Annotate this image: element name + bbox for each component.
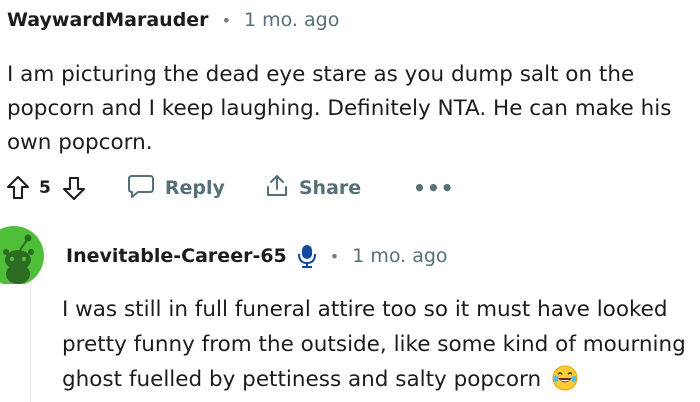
meta-separator: • <box>221 10 231 30</box>
avatar-snoo-icon[interactable] <box>0 226 48 284</box>
vote-count: 5 <box>39 178 51 198</box>
reply-username[interactable]: Inevitable-Career-65 <box>66 245 287 267</box>
reply-timestamp[interactable]: 1 mo. ago <box>352 245 447 267</box>
microphone-icon <box>297 243 317 269</box>
share-label: Share <box>298 177 362 199</box>
upvote-icon[interactable] <box>5 175 31 201</box>
comment-actions: 5 Reply Share ••• <box>5 170 455 206</box>
comment-meta: WaywardMarauder • 1 mo. ago <box>7 8 339 32</box>
comment-body: I am picturing the dead eye stare as you… <box>7 62 672 155</box>
reply-body: I was still in full funeral attire too s… <box>62 292 700 397</box>
reply-bubble-icon <box>127 173 155 204</box>
downvote-icon[interactable] <box>61 175 87 201</box>
thread-line[interactable] <box>30 282 31 402</box>
reply-button[interactable]: Reply <box>127 173 225 204</box>
reply-body-text: I was still in full funeral attire too s… <box>62 297 686 392</box>
reply-meta: Inevitable-Career-65 • 1 mo. ago <box>66 243 448 269</box>
reply-label: Reply <box>164 177 225 199</box>
comment-username[interactable]: WaywardMarauder <box>7 9 209 31</box>
comment-timestamp[interactable]: 1 mo. ago <box>244 9 339 31</box>
share-icon <box>265 173 289 204</box>
laughing-tears-emoji <box>552 365 578 391</box>
meta-separator: • <box>329 246 340 266</box>
more-icon[interactable]: ••• <box>413 176 454 200</box>
share-button[interactable]: Share <box>265 173 361 204</box>
